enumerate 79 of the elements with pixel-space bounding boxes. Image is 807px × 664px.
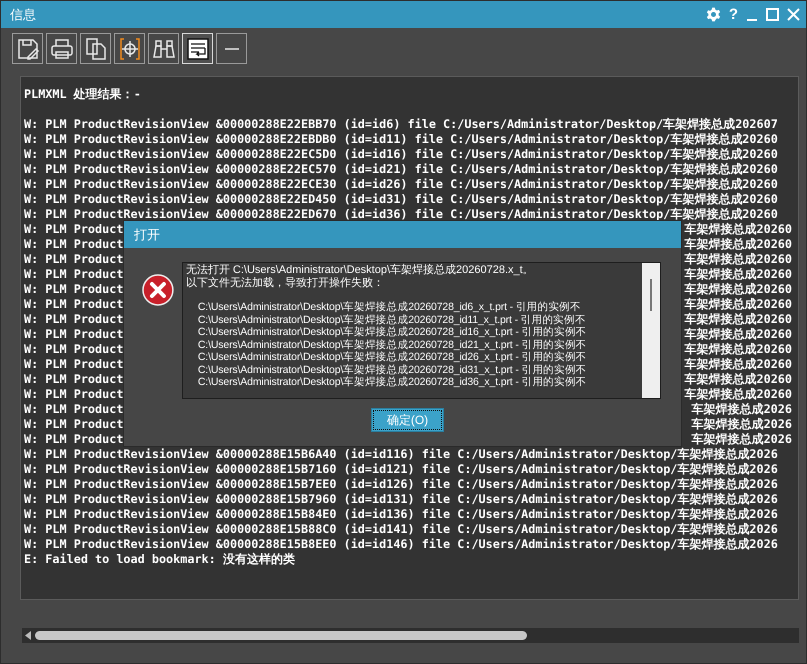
log-line: W: PLM ProductRevisionView &00000288E22ECE30 (id=id26) file C:/Users/Administrator/Desktop/车架焊接总成20260 — [24, 177, 778, 192]
log-line: 车架焊接总成20260 — [684, 387, 793, 402]
log-line: W: PLM Product — [24, 222, 124, 237]
log-line: W: PLM Product — [24, 357, 124, 372]
dialog-title: 打开 — [124, 221, 681, 248]
log-line: W: PLM ProductRevisionView &00000288E22ED670 (id=id36) file C:/Users/Administrator/Desktop/车架焊接总成20260 — [24, 207, 778, 222]
toolbar-button[interactable] — [46, 33, 77, 64]
save-icon — [16, 36, 40, 60]
word-wrap-icon — [186, 36, 210, 60]
failed-file-line: C:\Users\Administrator\Desktop\车架焊接总成20260728_id21_x_t.prt - 引用的实例不 — [196, 338, 588, 351]
copy-icon — [84, 36, 108, 60]
log-line: W: PLM Product — [24, 252, 124, 267]
log-line: 车架焊接总成20260 — [684, 252, 793, 267]
log-line: W: PLM ProductRevisionView &00000288E15B7960 (id=id131) file C:/Users/Administrator/Desktop/车架焊接总成2026 — [24, 492, 778, 507]
log-line: 车架焊接总成20260 — [684, 222, 793, 237]
log-line: W: PLM ProductRevisionView &00000288E15B7EE0 (id=id126) file C:/Users/Administrator/Desktop/车架焊接总成2026 — [24, 477, 778, 492]
log-line: W: PLM ProductRevisionView &00000288E15B88C0 (id=id141) file C:/Users/Administrator/Desktop/车架焊接总成2026 — [24, 522, 778, 537]
log-line: W: PLM ProductRevisionView &00000288E15B84E0 (id=id136) file C:/Users/Administrator/Desktop/车架焊接总成2026 — [24, 507, 778, 522]
log-header: PLMXML 处理结果：- — [24, 87, 141, 102]
log-line: 车架焊接总成20260 — [684, 297, 793, 312]
log-line: 车架焊接总成2026 — [692, 417, 793, 432]
log-line: 车架焊接总成20260 — [684, 237, 793, 252]
failed-file-line: C:\Users\Administrator\Desktop\车架焊接总成20260728_id26_x_t.prt - 引用的实例不 — [196, 351, 588, 364]
log-line: W: PLM Product — [24, 432, 124, 447]
scrollbar-thumb[interactable] — [35, 631, 527, 640]
log-line: W: PLM Product — [24, 327, 124, 342]
crosshair-icon — [118, 36, 142, 60]
message-text: 无法打开 C:\Users\Administrator\Desktop\车架焊接总成20260728.x_t。 — [186, 264, 535, 276]
maximize-icon[interactable] — [766, 8, 779, 21]
failed-file-line: C:\Users\Administrator\Desktop\车架焊接总成20260728_id31_x_t.prt - 引用的实例不 — [196, 364, 588, 376]
minus-icon — [224, 48, 238, 50]
failed-file-line: C:\Users\Administrator\Desktop\车架焊接总成20260728_id6_x_t.prt - 引用的实例不 — [196, 301, 582, 314]
log-line: 车架焊接总成20260 — [684, 327, 793, 342]
log-line: 车架焊接总成20260 — [684, 312, 793, 327]
log-line: 车架焊接总成20260 — [684, 372, 793, 387]
toolbar-button[interactable] — [80, 33, 111, 64]
toolbar-button[interactable] — [148, 33, 179, 64]
log-line: 车架焊接总成20260 — [684, 282, 793, 297]
ok-button[interactable]: 确定(O) — [371, 408, 444, 432]
failed-file-line: C:\Users\Administrator\Desktop\车架焊接总成20260728_id11_x_t.prt - 引用的实例不 — [196, 314, 587, 326]
failed-file-line: C:\Users\Administrator\Desktop\车架焊接总成20260728_id36_x_t.prt - 引用的实例不 — [196, 376, 588, 388]
window-title: 信息 — [10, 6, 37, 24]
log-line: W: PLM Product — [24, 402, 124, 417]
log-line: 车架焊接总成20260 — [684, 357, 793, 372]
error-icon — [142, 274, 174, 306]
toolbar-button[interactable] — [12, 33, 43, 64]
help-button[interactable]: ? — [728, 6, 738, 23]
message-text: 以下文件无法加载，导致打开操作失败： — [186, 276, 385, 289]
horizontal-scrollbar[interactable] — [22, 628, 799, 643]
failed-file-line: C:\Users\Administrator\Desktop\车架焊接总成20260728_id16_x_t.prt - 引用的实例不 — [196, 326, 588, 338]
log-line: W: PLM Product — [24, 267, 124, 282]
printer-icon — [50, 36, 74, 60]
log-line: W: PLM ProductRevisionView &00000288E22EC570 (id=id21) file C:/Users/Administrator/Desktop/车架焊接总成20260 — [24, 162, 778, 177]
log-line: W: PLM ProductRevisionView &00000288E22EBDB0 (id=id11) file C:/Users/Administrator/Desktop/车架焊接总成20260 — [24, 132, 778, 147]
log-line: W: PLM ProductRevisionView &00000288E22EBB70 (id=id6) file C:/Users/Administrator/Desktop/车架焊接总成202607 — [24, 117, 778, 132]
log-line: W: PLM ProductRevisionView &00000288E22EC5D0 (id=id16) file C:/Users/Administrator/Desktop/车架焊接总成20260 — [24, 147, 778, 162]
log-line: E: Failed to load bookmark: 没有这样的类 — [24, 552, 295, 567]
log-line: W: PLM Product — [24, 297, 124, 312]
log-line: 车架焊接总成20260 — [684, 342, 793, 357]
scrollbar-thumb[interactable] — [650, 279, 652, 311]
log-line: W: PLM ProductRevisionView &00000288E15B8EE0 (id=id146) file C:/Users/Administrator/Desktop/车架焊接总成2026 — [24, 537, 778, 552]
log-line: W: PLM ProductRevisionView &00000288E15B6A40 (id=id116) file C:/Users/Administrator/Desktop/车架焊接总成2026 — [24, 447, 778, 462]
log-line: W: PLM ProductRevisionView &00000288E22ED450 (id=id31) file C:/Users/Administrator/Desktop/车架焊接总成20260 — [24, 192, 778, 207]
settings-icon[interactable] — [706, 7, 721, 22]
log-line: W: PLM Product — [24, 312, 124, 327]
scroll-left-icon[interactable] — [25, 631, 31, 640]
vertical-scrollbar[interactable] — [642, 263, 660, 398]
toolbar-button[interactable] — [114, 33, 145, 64]
log-line: 车架焊接总成20260 — [684, 267, 793, 282]
log-line: W: PLM Product — [24, 387, 124, 402]
log-line: 车架焊接总成2026 — [692, 432, 793, 447]
log-line: 车架焊接总成2026 — [692, 402, 793, 417]
close-icon[interactable] — [787, 8, 800, 21]
log-line: W: PLM Product — [24, 237, 124, 252]
log-line: W: PLM Product — [24, 342, 124, 357]
log-line: W: PLM ProductRevisionView &00000288E15B7160 (id=id121) file C:/Users/Administrator/Desktop/车架焊接总成2026 — [24, 462, 778, 477]
log-line: W: PLM Product — [24, 282, 124, 297]
log-line: W: PLM Product — [24, 372, 124, 387]
log-line: W: PLM Product — [24, 417, 124, 432]
